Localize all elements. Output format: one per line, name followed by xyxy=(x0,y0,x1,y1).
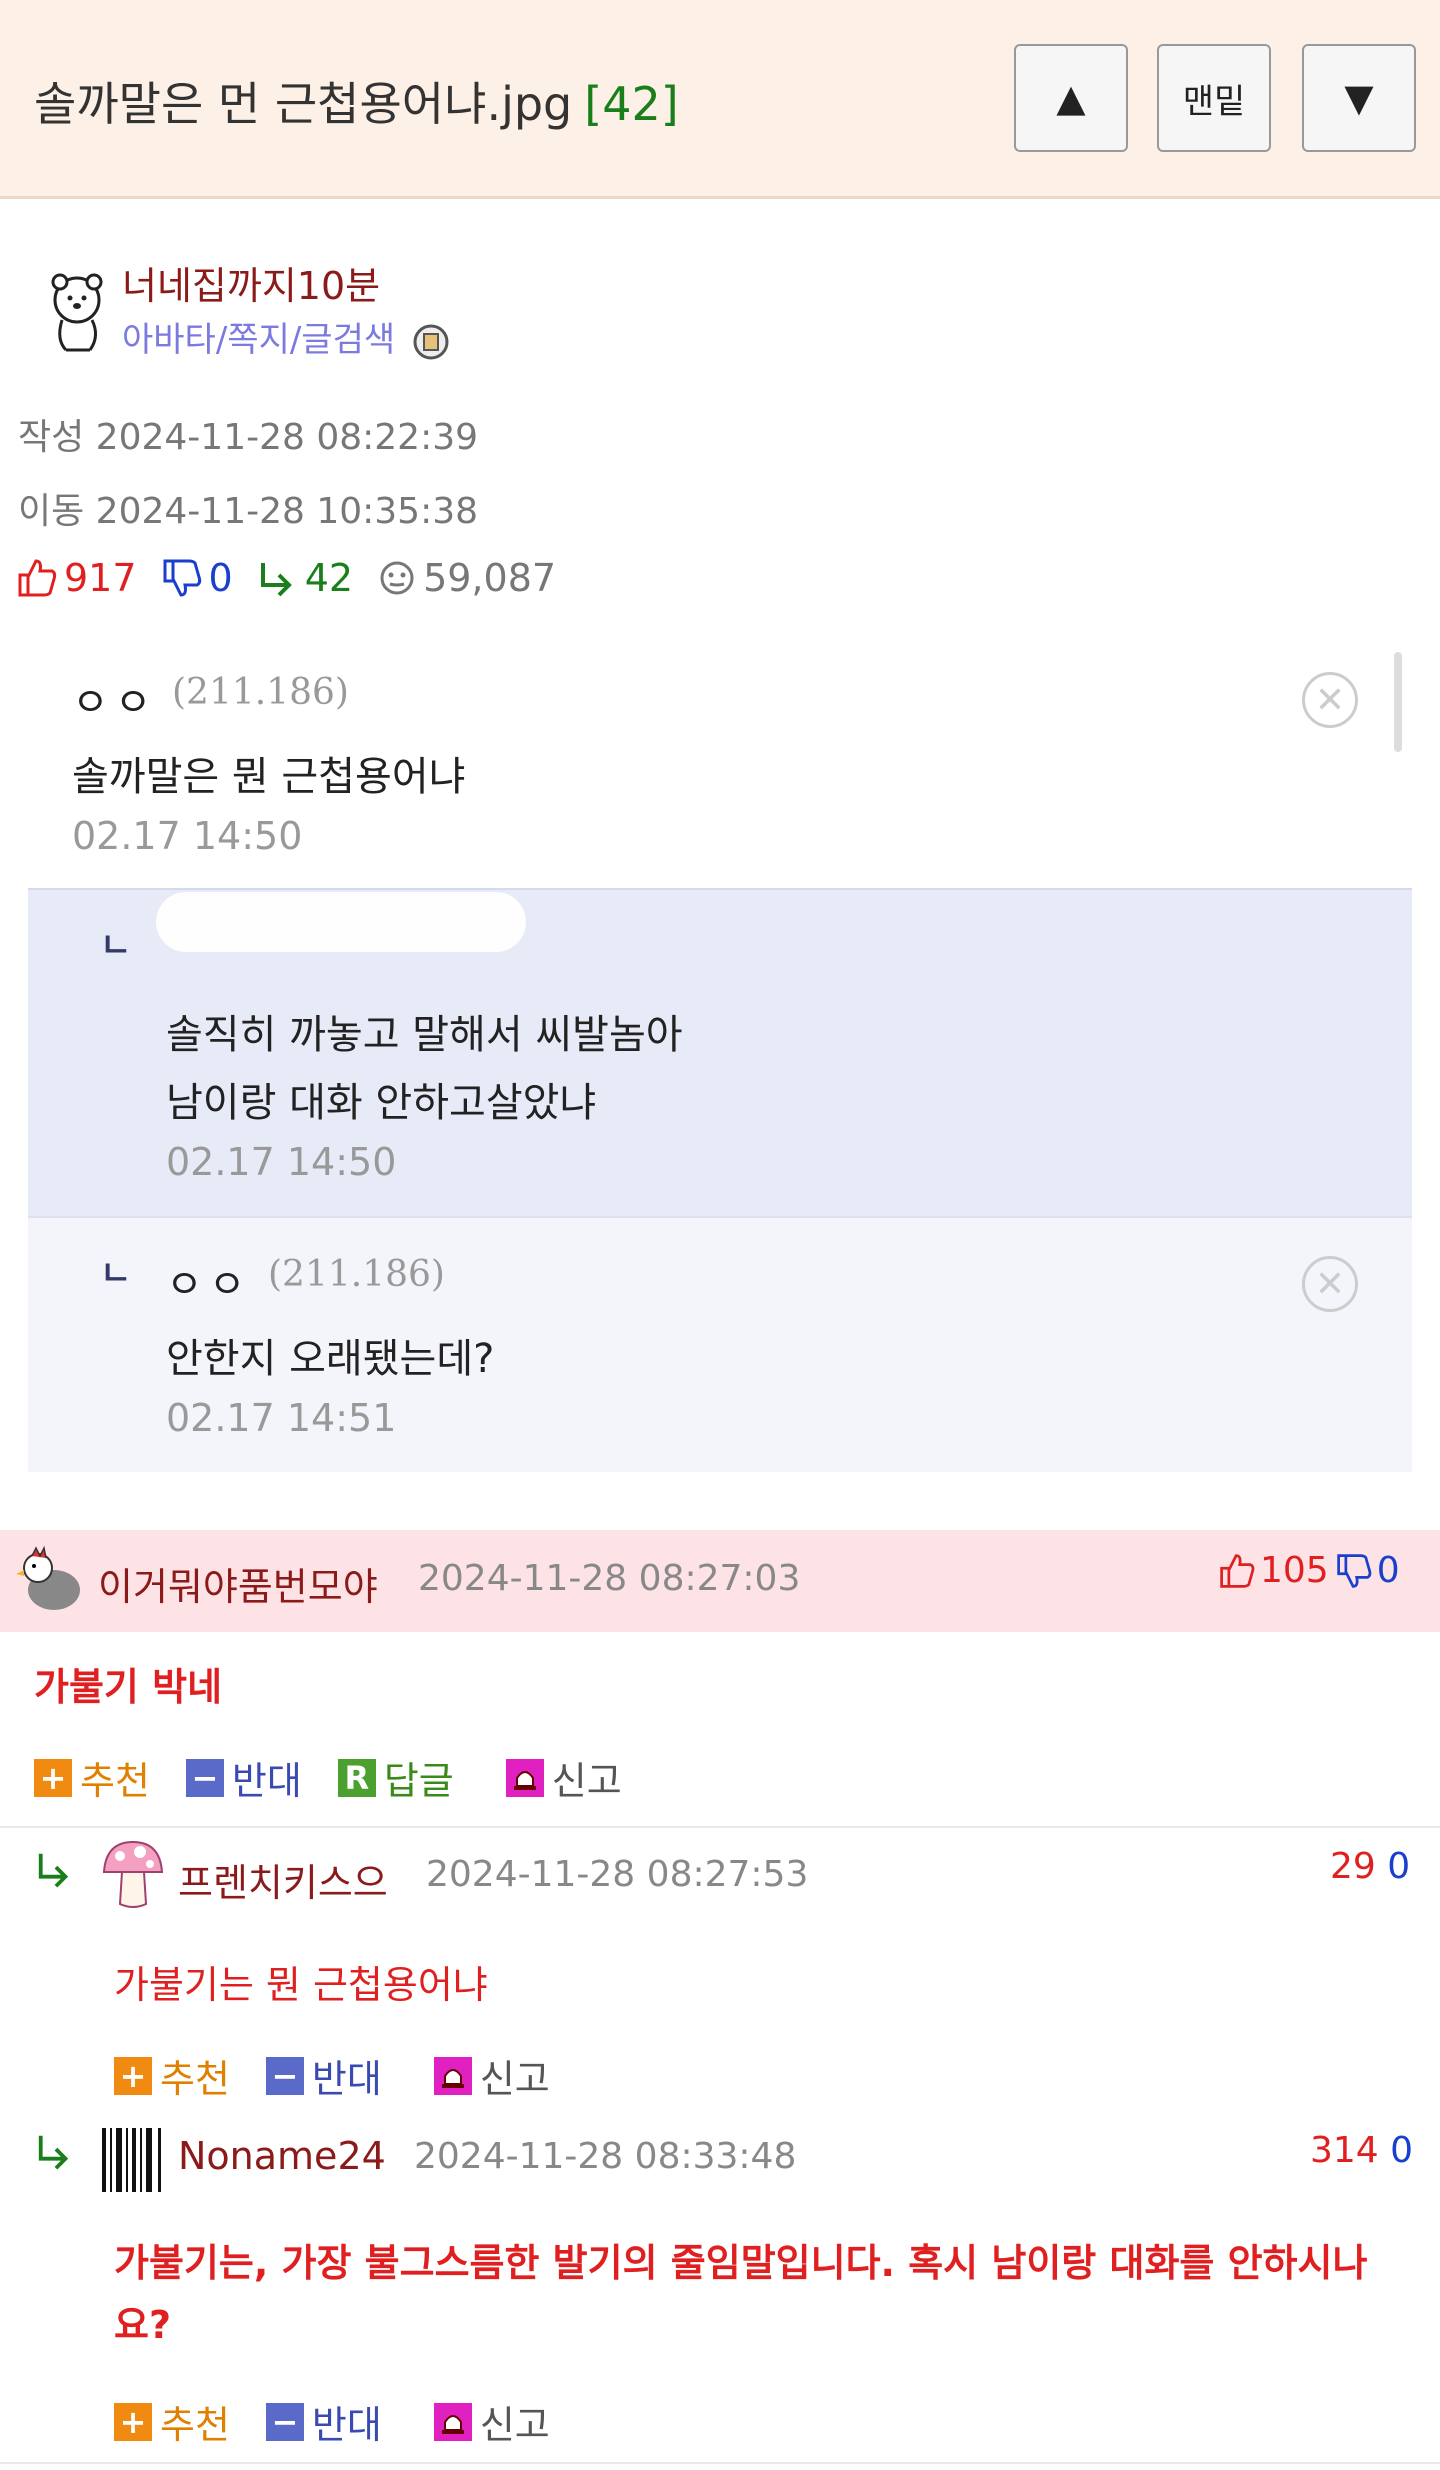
author-links[interactable]: 아바타/쪽지/글검색 xyxy=(122,312,450,361)
scroll-bottom-button[interactable]: 맨밑 xyxy=(1157,44,1271,152)
thumbs-down-icon xyxy=(163,559,201,597)
screenshot-comment-ip: (211.186) xyxy=(172,672,349,713)
plus-icon: + xyxy=(114,2402,152,2441)
delete-icon: ✕ xyxy=(1302,1256,1358,1312)
like-count[interactable]: 917 xyxy=(16,556,137,600)
dislike-count[interactable]: 0 xyxy=(161,556,233,600)
reply-button[interactable]: R 답글 xyxy=(337,1750,454,1805)
reply-corner-icon: ㄴ xyxy=(100,1254,132,1294)
post-title: 솔까말은 먼 근첩용어냐.jpg [42] xyxy=(34,77,679,131)
minus-icon: − xyxy=(265,2402,304,2441)
barcode-avatar-icon[interactable] xyxy=(100,2126,166,2194)
level-badge-icon xyxy=(413,324,449,359)
oppose-button[interactable]: − 반대 xyxy=(185,1750,302,1805)
screenshot-scrollbar xyxy=(1394,652,1402,752)
comment-actions: + 추천 − 반대 R 답글 신고 xyxy=(34,1750,622,1805)
report-button[interactable]: 신고 xyxy=(505,1750,622,1805)
scroll-down-button[interactable]: ▼ xyxy=(1302,44,1416,152)
post-created-date: 작성 2024-11-28 08:22:39 xyxy=(18,417,479,458)
comment-text: 가불기는, 가장 불그스름한 발기의 줄임말입니다. 혹시 남이랑 대화를 안하… xyxy=(114,2241,1368,2347)
screenshot-reply-2-ip: (211.186) xyxy=(268,1254,445,1295)
redacted-nick xyxy=(156,892,526,952)
siren-icon xyxy=(505,1758,544,1797)
screenshot-reply-2-nick: ㅇㅇ xyxy=(166,1262,252,1308)
comment-date: 2024-11-28 08:33:48 xyxy=(414,2136,797,2177)
comment-votes: 314 0 xyxy=(1310,2130,1414,2171)
screenshot-reply-1-line-2: 남이랑 대화 안하고살았냐 xyxy=(166,1080,597,1126)
reply-corner-icon: ㄴ xyxy=(100,926,132,966)
screenshot-reply-1-time: 02.17 14:50 xyxy=(166,1140,397,1184)
comment-actions: + 추천 − 반대 신고 xyxy=(114,2394,550,2449)
comment-count: [42] xyxy=(584,77,679,131)
siren-icon xyxy=(433,2056,472,2095)
post-moved-date: 이동 2024-11-28 10:35:38 xyxy=(18,491,479,532)
thumbs-up-icon[interactable] xyxy=(1218,1552,1256,1590)
comment-text: 가불기 박네 xyxy=(34,1665,223,1709)
comment-date: 2024-11-28 08:27:53 xyxy=(426,1854,809,1895)
reply-count[interactable]: 42 xyxy=(257,556,353,600)
author-name[interactable]: 너네집까지10분 xyxy=(122,255,380,310)
thumbs-up-icon xyxy=(18,559,57,597)
reply-arrow-icon xyxy=(260,563,292,597)
screenshot-comment-time: 02.17 14:50 xyxy=(72,814,303,858)
delete-icon: ✕ xyxy=(1302,672,1358,728)
plus-icon: + xyxy=(34,1758,72,1797)
oppose-button[interactable]: − 반대 xyxy=(265,2048,382,2103)
divider xyxy=(0,1826,1440,1828)
screenshot-comment-text: 솔까말은 뭔 근첩용어냐 xyxy=(72,754,466,800)
eye-face-icon xyxy=(380,561,414,595)
post-stats: 917 0 42 59,087 xyxy=(16,556,580,600)
recommend-button[interactable]: + 추천 xyxy=(34,1750,150,1805)
thumbs-down-icon[interactable] xyxy=(1335,1552,1373,1590)
reply-arrow-icon xyxy=(38,2135,69,2170)
oppose-button[interactable]: − 반대 xyxy=(265,2394,382,2449)
comment-nick[interactable]: 프렌치키스으 xyxy=(178,1852,388,1907)
post-header: 솔까말은 먼 근첩용어냐.jpg [42] ▲ 맨밑 ▼ xyxy=(0,0,1440,199)
comment-votes: 29 0 xyxy=(1330,1846,1411,1887)
report-button[interactable]: 신고 xyxy=(433,2394,550,2449)
comment-nick[interactable]: 이거뭐야품번모야 xyxy=(98,1556,378,1611)
chicken-avatar-icon[interactable] xyxy=(14,1542,88,1616)
comment-nick[interactable]: Noname24 xyxy=(178,2134,386,2178)
minus-icon: − xyxy=(185,1758,224,1797)
screenshot-reply-2-time: 02.17 14:51 xyxy=(166,1396,397,1440)
author-avatar[interactable] xyxy=(44,270,114,354)
view-count: 59,087 xyxy=(377,556,556,600)
recommend-button[interactable]: + 추천 xyxy=(114,2394,230,2449)
reply-r-icon: R xyxy=(337,1758,376,1797)
bear-avatar-icon xyxy=(51,273,103,352)
mushroom-avatar-icon[interactable] xyxy=(100,1838,166,1912)
screenshot-reply-1-line-1: 솔직히 까놓고 말해서 씨발놈아 xyxy=(166,1012,683,1058)
reply-arrow-icon xyxy=(38,1853,69,1888)
comment-votes: 105 0 xyxy=(1218,1550,1400,1591)
comment-text: 가불기는 뭔 근첩용어냐 xyxy=(114,1963,488,2007)
comment-date: 2024-11-28 08:27:03 xyxy=(418,1558,801,1599)
siren-icon xyxy=(433,2402,472,2441)
plus-icon: + xyxy=(114,2056,152,2095)
divider xyxy=(0,2462,1440,2464)
minus-icon: − xyxy=(265,2056,304,2095)
screenshot-comment-nick: ㅇㅇ xyxy=(72,680,158,726)
scroll-up-button[interactable]: ▲ xyxy=(1014,44,1128,152)
report-button[interactable]: 신고 xyxy=(433,2048,550,2103)
screenshot-reply-2-text: 안한지 오래됐는데? xyxy=(166,1336,495,1382)
recommend-button[interactable]: + 추천 xyxy=(114,2048,230,2103)
comment-actions: + 추천 − 반대 신고 xyxy=(114,2048,550,2103)
